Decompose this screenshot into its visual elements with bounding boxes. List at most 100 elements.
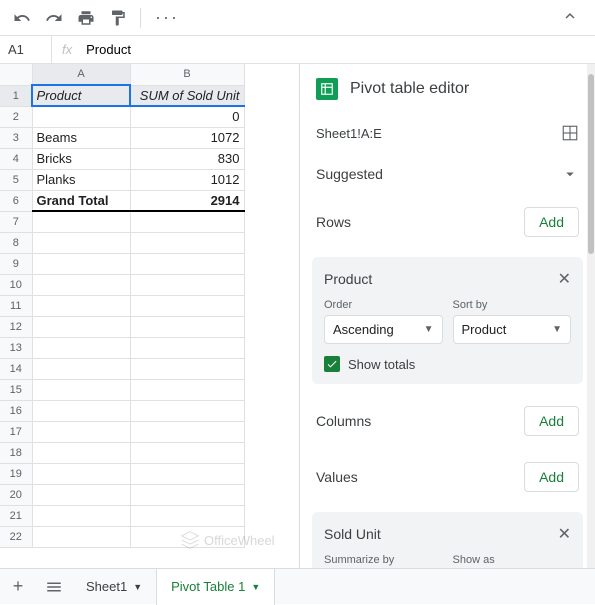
remove-field-button[interactable]: ✕ (558, 269, 571, 289)
row-header[interactable]: 1 (0, 85, 32, 106)
row-header[interactable]: 20 (0, 484, 32, 505)
cell[interactable] (130, 379, 244, 400)
select-all-corner[interactable] (0, 64, 32, 85)
row-header[interactable]: 14 (0, 358, 32, 379)
sheet-tab-sheet1[interactable]: Sheet1 ▼ (72, 569, 157, 605)
row-header[interactable]: 9 (0, 253, 32, 274)
cell-b6[interactable]: 2914 (130, 190, 244, 211)
row-header[interactable]: 15 (0, 379, 32, 400)
cell[interactable] (130, 274, 244, 295)
cell-a1[interactable]: Product (32, 85, 130, 106)
row-header[interactable]: 6 (0, 190, 32, 211)
cell[interactable] (32, 526, 130, 547)
cell[interactable] (130, 316, 244, 337)
cell[interactable] (130, 442, 244, 463)
row-header[interactable]: 2 (0, 106, 32, 127)
sortby-select[interactable]: Product ▼ (453, 315, 572, 344)
cell[interactable] (130, 484, 244, 505)
cell[interactable] (130, 232, 244, 253)
cell[interactable] (130, 337, 244, 358)
cell[interactable] (130, 463, 244, 484)
cell-a5[interactable]: Planks (32, 169, 130, 190)
show-totals-checkbox[interactable]: Show totals (324, 356, 571, 372)
row-header[interactable]: 5 (0, 169, 32, 190)
remove-field-button[interactable]: ✕ (558, 524, 571, 544)
cell[interactable] (32, 211, 130, 232)
row-header[interactable]: 7 (0, 211, 32, 232)
cell-b1[interactable]: SUM of Sold Unit (130, 85, 244, 106)
cell-b2[interactable]: 0 (130, 106, 244, 127)
cell-a4[interactable]: Bricks (32, 148, 130, 169)
row-header[interactable]: 16 (0, 400, 32, 421)
row-header[interactable]: 19 (0, 463, 32, 484)
redo-button[interactable] (40, 4, 68, 32)
cell[interactable] (32, 274, 130, 295)
cell[interactable] (130, 358, 244, 379)
sheet-tab-pivot[interactable]: Pivot Table 1 ▼ (157, 569, 275, 605)
add-values-button[interactable]: Add (524, 462, 579, 492)
cell[interactable] (32, 316, 130, 337)
cell[interactable] (32, 484, 130, 505)
select-range-button[interactable] (561, 124, 579, 142)
formula-input[interactable] (82, 42, 595, 57)
row-header[interactable]: 17 (0, 421, 32, 442)
suggested-section[interactable]: Suggested (300, 153, 595, 195)
undo-icon (13, 9, 31, 27)
row-header[interactable]: 12 (0, 316, 32, 337)
row-header[interactable]: 8 (0, 232, 32, 253)
cell[interactable] (32, 379, 130, 400)
cell[interactable] (32, 358, 130, 379)
scrollbar-thumb[interactable] (588, 74, 594, 254)
order-select[interactable]: Ascending ▼ (324, 315, 443, 344)
row-header[interactable]: 18 (0, 442, 32, 463)
all-sheets-button[interactable] (36, 569, 72, 605)
row-header[interactable]: 3 (0, 127, 32, 148)
cell-b5[interactable]: 1012 (130, 169, 244, 190)
add-columns-button[interactable]: Add (524, 406, 579, 436)
add-sheet-button[interactable]: + (0, 569, 36, 605)
cell[interactable] (130, 211, 244, 232)
add-rows-button[interactable]: Add (524, 207, 579, 237)
dropdown-icon: ▼ (552, 324, 562, 335)
editor-title: Pivot table editor (350, 80, 469, 98)
row-header[interactable]: 22 (0, 526, 32, 547)
cell[interactable] (130, 505, 244, 526)
suggested-label: Suggested (316, 166, 383, 182)
paint-format-button[interactable] (104, 4, 132, 32)
cell[interactable] (130, 400, 244, 421)
cell-reference[interactable]: A1 (0, 36, 52, 63)
row-header[interactable]: 10 (0, 274, 32, 295)
cell-b4[interactable]: 830 (130, 148, 244, 169)
print-button[interactable] (72, 4, 100, 32)
cell[interactable] (32, 295, 130, 316)
more-button[interactable]: ··· (149, 7, 185, 28)
cell[interactable] (130, 526, 244, 547)
cell-a3[interactable]: Beams (32, 127, 130, 148)
cell[interactable] (32, 442, 130, 463)
spreadsheet-grid[interactable]: A B 1 Product SUM of Sold Unit 2 0 3 Bea… (0, 64, 299, 568)
values-field-card: Sold Unit ✕ Summarize by SUM ▼ Show as D… (312, 512, 583, 568)
collapse-toolbar-button[interactable] (553, 3, 587, 32)
undo-button[interactable] (8, 4, 36, 32)
cell[interactable] (32, 337, 130, 358)
row-header[interactable]: 21 (0, 505, 32, 526)
cell[interactable] (130, 253, 244, 274)
column-header-b[interactable]: B (130, 64, 244, 85)
cell-b3[interactable]: 1072 (130, 127, 244, 148)
column-header-a[interactable]: A (32, 64, 130, 85)
redo-icon (45, 9, 63, 27)
cell[interactable] (32, 400, 130, 421)
cell[interactable] (32, 421, 130, 442)
row-header[interactable]: 11 (0, 295, 32, 316)
cell[interactable] (32, 253, 130, 274)
cell-a2[interactable] (32, 106, 130, 127)
cell[interactable] (32, 232, 130, 253)
cell[interactable] (32, 505, 130, 526)
sheet-tabs-bar: + Sheet1 ▼ Pivot Table 1 ▼ (0, 568, 595, 604)
cell[interactable] (32, 463, 130, 484)
cell[interactable] (130, 421, 244, 442)
row-header[interactable]: 13 (0, 337, 32, 358)
cell[interactable] (130, 295, 244, 316)
cell-a6[interactable]: Grand Total (32, 190, 130, 211)
row-header[interactable]: 4 (0, 148, 32, 169)
